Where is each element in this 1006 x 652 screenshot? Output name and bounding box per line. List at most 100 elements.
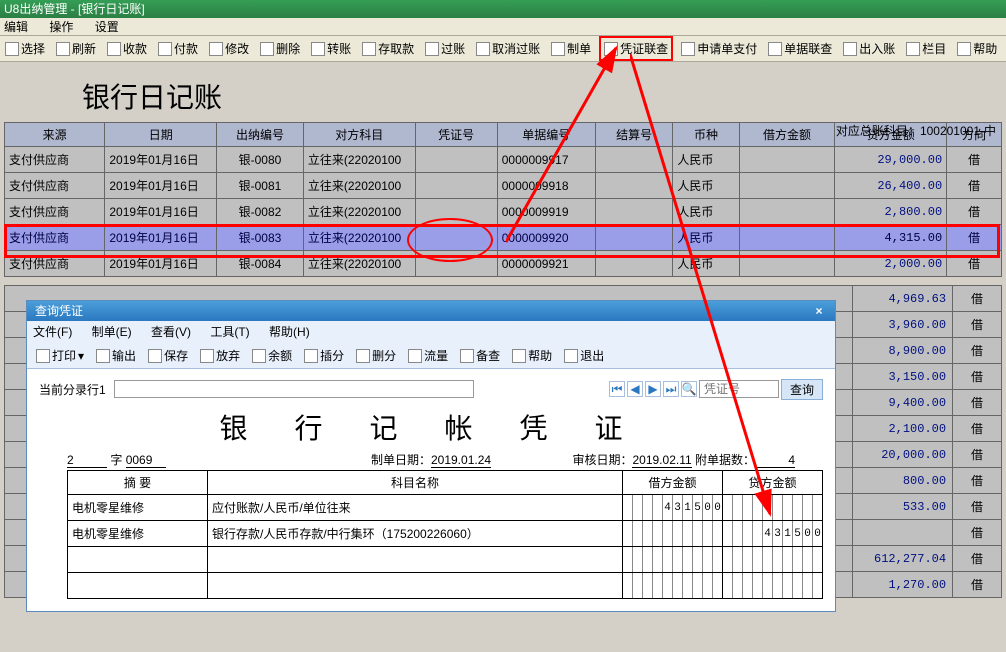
- account-info: 对应总账科目：100201001-中: [836, 122, 996, 139]
- table-row[interactable]: 支付供应商2019年01月16日银-0084立往来(22020100000000…: [5, 251, 1002, 277]
- mtb-del[interactable]: 删分: [353, 345, 399, 366]
- proc-icon: [408, 349, 422, 363]
- modify-icon: [209, 42, 223, 56]
- tb-delete[interactable]: 删除: [257, 38, 303, 59]
- nav-first-icon[interactable]: ⏮: [609, 381, 625, 397]
- nav-prev-icon[interactable]: ◀: [627, 381, 643, 397]
- memo-icon: [460, 349, 474, 363]
- voucher-row[interactable]: [68, 547, 823, 573]
- table-row[interactable]: 支付供应商2019年01月16日银-0082立往来(22020100000000…: [5, 199, 1002, 225]
- balance-icon: [252, 349, 266, 363]
- mtb-memo[interactable]: 备查: [457, 345, 503, 366]
- select-icon: [5, 42, 19, 56]
- insert-icon: [304, 349, 318, 363]
- voucher-row[interactable]: [68, 573, 823, 599]
- col-cur[interactable]: 币种: [673, 123, 739, 147]
- toacct-icon: [843, 42, 857, 56]
- delete-icon: [260, 42, 274, 56]
- table-row[interactable]: 支付供应商2019年01月16日银-0081立往来(22020100000000…: [5, 173, 1002, 199]
- mtb-output[interactable]: 输出: [93, 345, 139, 366]
- col-debit[interactable]: 借方金额: [739, 123, 835, 147]
- vcol-debit: 借方金额: [623, 471, 723, 495]
- voucher-no-input[interactable]: [699, 380, 779, 398]
- col-docno[interactable]: 单据编号: [497, 123, 595, 147]
- mtb-print[interactable]: 打印 ▾: [33, 345, 87, 366]
- dialog-title: 查询凭证: [35, 301, 83, 321]
- entry-input[interactable]: [114, 380, 474, 398]
- voucher-title: 银 行 记 帐 凭 证: [39, 407, 823, 447]
- cols-icon: [906, 42, 920, 56]
- dialog-menu: 文件(F) 制单(E) 查看(V) 工具(T) 帮助(H): [27, 321, 835, 343]
- tb-post[interactable]: 过账: [422, 38, 468, 59]
- unpost-icon: [476, 42, 490, 56]
- tb-apply-pay[interactable]: 申请单支付: [678, 38, 760, 59]
- tb-refresh[interactable]: 刷新: [53, 38, 99, 59]
- tb-help[interactable]: 帮助: [954, 38, 1000, 59]
- tb-doc-link[interactable]: 单据联查: [765, 38, 835, 59]
- page-title: 银行日记账: [82, 76, 1002, 116]
- mtb-exit[interactable]: 退出: [561, 345, 607, 366]
- nav-next-icon[interactable]: ▶: [645, 381, 661, 397]
- deposit-icon: [362, 42, 376, 56]
- menu-edit[interactable]: 编辑: [4, 20, 28, 34]
- voucher-row[interactable]: 电机零星维修银行存款/人民币存款/中行集环（175200226060）43150…: [68, 521, 823, 547]
- exit-icon: [564, 349, 578, 363]
- window-titlebar: U8出纳管理 - [银行日记账]: [0, 0, 1006, 18]
- mtb-help[interactable]: 帮助: [509, 345, 555, 366]
- tb-select[interactable]: 选择: [2, 38, 48, 59]
- tb-depositwd[interactable]: 存取款: [359, 38, 417, 59]
- menu-ops[interactable]: 操作: [49, 20, 73, 34]
- tb-transfer[interactable]: 转账: [308, 38, 354, 59]
- transfer-icon: [311, 42, 325, 56]
- mtb-proc[interactable]: 流量: [405, 345, 451, 366]
- table-row[interactable]: 支付供应商2019年01月16日银-0080立往来(22020100000000…: [5, 147, 1002, 173]
- table-row[interactable]: 支付供应商2019年01月16日银-0083立往来(22020100000000…: [5, 225, 1002, 251]
- tb-pay[interactable]: 付款: [155, 38, 201, 59]
- m-menu-make[interactable]: 制单(E): [92, 325, 132, 339]
- voucher-row[interactable]: 电机零星维修应付账款/人民币/单位往来431500: [68, 495, 823, 521]
- mtb-save[interactable]: 保存: [145, 345, 191, 366]
- mtb-balance[interactable]: 余额: [249, 345, 295, 366]
- vcol-credit: 贷方金额: [723, 471, 823, 495]
- entry-label: 当前分录行1: [39, 381, 106, 398]
- m-menu-view[interactable]: 查看(V): [151, 325, 191, 339]
- col-src[interactable]: 来源: [5, 123, 105, 147]
- col-settleno[interactable]: 结算号: [595, 123, 673, 147]
- output-icon: [96, 349, 110, 363]
- dialog-close-button[interactable]: ×: [811, 301, 827, 321]
- tb-recv[interactable]: 收款: [104, 38, 150, 59]
- col-date[interactable]: 日期: [105, 123, 217, 147]
- mtb-insert[interactable]: 插分: [301, 345, 347, 366]
- tb-to-acct[interactable]: 出入账: [840, 38, 898, 59]
- vcol-summary: 摘 要: [68, 471, 208, 495]
- tb-cols[interactable]: 栏目: [903, 38, 949, 59]
- col-counter[interactable]: 对方科目: [303, 123, 415, 147]
- audit-date: 2019.02.11: [632, 453, 691, 468]
- tb-modify[interactable]: 修改: [206, 38, 252, 59]
- tb-unpost[interactable]: 取消过账: [473, 38, 543, 59]
- nav-last-icon[interactable]: ⏭: [663, 381, 679, 397]
- menu-settings[interactable]: 设置: [95, 20, 119, 34]
- voucher-link-icon: [604, 42, 618, 56]
- dialog-toolbar: 打印 ▾ 输出 保存 放弃 余额 插分 删分 流量 备查 帮助 退出: [27, 343, 835, 369]
- m-menu-help[interactable]: 帮助(H): [269, 325, 310, 339]
- recv-icon: [107, 42, 121, 56]
- tb-make[interactable]: 制单: [548, 38, 594, 59]
- refresh-icon: [56, 42, 70, 56]
- search-button[interactable]: 查询: [781, 379, 823, 400]
- make-date: 2019.01.24: [431, 453, 491, 468]
- tb-voucher-link[interactable]: 凭证联查: [599, 36, 673, 61]
- col-cashno[interactable]: 出纳编号: [217, 123, 304, 147]
- m-menu-file[interactable]: 文件(F): [33, 325, 72, 339]
- make-icon: [551, 42, 565, 56]
- post-icon: [425, 42, 439, 56]
- dialog-titlebar[interactable]: 查询凭证 ×: [27, 301, 835, 321]
- save-icon: [148, 349, 162, 363]
- col-vno[interactable]: 凭证号: [415, 123, 497, 147]
- mtb-abandon[interactable]: 放弃: [197, 345, 243, 366]
- search-icon[interactable]: 🔍: [681, 381, 697, 397]
- m-menu-tools[interactable]: 工具(T): [210, 325, 249, 339]
- abandon-icon: [200, 349, 214, 363]
- vcol-subject: 科目名称: [208, 471, 623, 495]
- main-menu: 编辑 操作 设置: [0, 18, 1006, 36]
